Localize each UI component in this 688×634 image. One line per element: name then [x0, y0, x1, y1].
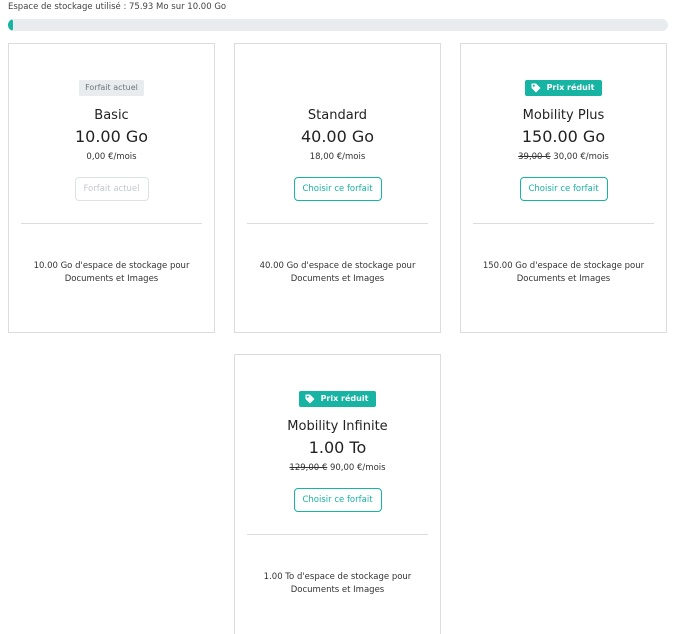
storage-progress-bar [8, 19, 668, 31]
plan-price: 129,00 € 90,00 €/mois [235, 462, 440, 474]
divider [473, 223, 654, 224]
plan-price: 39,00 € 30,00 €/mois [461, 151, 666, 163]
tag-icon [531, 83, 541, 93]
plan-current-price: 30,00 €/mois [553, 152, 609, 162]
plan-current-price: 90,00 €/mois [329, 463, 386, 473]
plan-name: Mobility Infinite [287, 419, 388, 434]
current-plan-button: Forfait actuel [74, 177, 149, 201]
plan-description: 1.00 To d'espace de stockage pour Docume… [263, 572, 412, 595]
plan-current-price: 0,00 €/mois [86, 152, 137, 162]
choose-plan-button-standard[interactable]: Choisir ce forfait [293, 177, 382, 201]
storage-usage-label: Espace de stockage utilisé : 75.93 Mo su… [8, 2, 227, 12]
plan-card-mobility-infinite: Prix réduit Mobility Infinite 1.00 To 12… [234, 354, 441, 634]
plan-card-mobility-plus: Prix réduit Mobility Plus 150.00 Go 39,0… [460, 43, 667, 333]
plan-storage-size: 40.00 Go [300, 127, 375, 146]
storage-progress-fill [8, 19, 13, 31]
plan-description: 150.00 Go d'espace de stockage pour Docu… [482, 261, 645, 284]
plan-name: Standard [307, 108, 368, 123]
divider [247, 223, 428, 224]
plan-price: 0,00 €/mois [9, 151, 214, 163]
plan-card-basic: Forfait actuel Basic 10.00 Go 0,00 €/moi… [8, 43, 215, 333]
plan-name: Mobility Plus [522, 108, 605, 123]
plan-name: Basic [94, 108, 129, 123]
plan-storage-size: 1.00 To [308, 438, 367, 457]
plan-current-price: 18,00 €/mois [309, 152, 366, 162]
plan-description: 10.00 Go d'espace de stockage pour Docum… [33, 261, 190, 284]
plan-storage-size: 150.00 Go [521, 127, 606, 146]
plan-card-standard: Standard 40.00 Go 18,00 €/mois Choisir c… [234, 43, 441, 333]
choose-plan-button-mobility-plus[interactable]: Choisir ce forfait [519, 177, 608, 201]
divider [21, 223, 202, 224]
discount-badge-label: Prix réduit [320, 394, 369, 403]
plan-description: 40.00 Go d'espace de stockage pour Docum… [259, 261, 416, 284]
plan-old-price: 129,00 € [289, 463, 328, 473]
plan-price: 18,00 €/mois [235, 151, 440, 163]
tag-icon [305, 394, 315, 404]
choose-plan-button-mobility-infinite[interactable]: Choisir ce forfait [293, 488, 382, 512]
divider [247, 534, 428, 535]
current-plan-badge: Forfait actuel [79, 80, 144, 96]
discount-badge: Prix réduit [524, 80, 603, 96]
plan-old-price: 39,00 € [518, 152, 551, 162]
discount-badge: Prix réduit [298, 391, 377, 407]
plan-storage-size: 10.00 Go [74, 127, 149, 146]
discount-badge-label: Prix réduit [546, 83, 595, 92]
